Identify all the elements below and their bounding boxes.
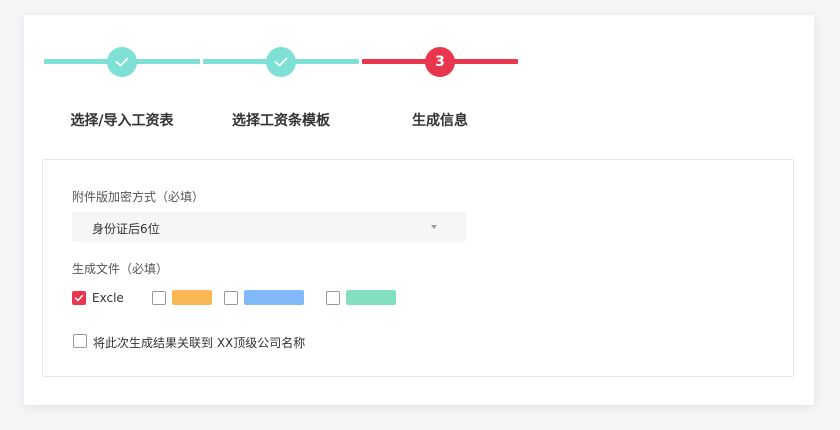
generate-panel: 附件版加密方式（必填） 身份证后6位 生成文件（必填） Excle 将此次生成结… bbox=[42, 159, 794, 377]
excle-label: Excle bbox=[92, 291, 124, 305]
caret-down-icon bbox=[431, 225, 437, 229]
main-card: 选择/导入工资表 选择工资条模板 3 生成信息 附件版加密方式（必填） 身份证后… bbox=[24, 15, 814, 405]
file-option-orange-checkbox[interactable] bbox=[152, 291, 166, 305]
file-option-orange-swatch bbox=[172, 290, 212, 305]
encryption-select[interactable]: 身份证后6位 bbox=[72, 212, 466, 242]
step-1-circle bbox=[107, 47, 137, 77]
file-option-green-swatch bbox=[346, 290, 396, 305]
step-2-circle bbox=[266, 47, 296, 77]
excle-checkbox[interactable] bbox=[72, 291, 86, 305]
file-option-green-checkbox[interactable] bbox=[326, 291, 340, 305]
file-option-blue-checkbox[interactable] bbox=[224, 291, 238, 305]
check-icon bbox=[115, 57, 129, 67]
encryption-label: 附件版加密方式（必填） bbox=[72, 190, 205, 204]
link-company-checkbox[interactable] bbox=[73, 334, 87, 348]
step-3-number: 3 bbox=[425, 47, 455, 77]
step-3[interactable]: 3 生成信息 bbox=[362, 47, 518, 129]
step-2[interactable]: 选择工资条模板 bbox=[203, 47, 359, 129]
check-icon bbox=[274, 57, 288, 67]
files-label: 生成文件（必填） bbox=[72, 262, 169, 276]
link-company-label: 将此次生成结果关联到 XX顶级公司名称 bbox=[93, 336, 306, 350]
encryption-select-value: 身份证后6位 bbox=[92, 222, 160, 236]
check-icon bbox=[74, 294, 84, 302]
file-option-blue-swatch bbox=[244, 290, 304, 305]
step-3-label: 生成信息 bbox=[412, 113, 468, 129]
step-1[interactable]: 选择/导入工资表 bbox=[44, 47, 200, 129]
